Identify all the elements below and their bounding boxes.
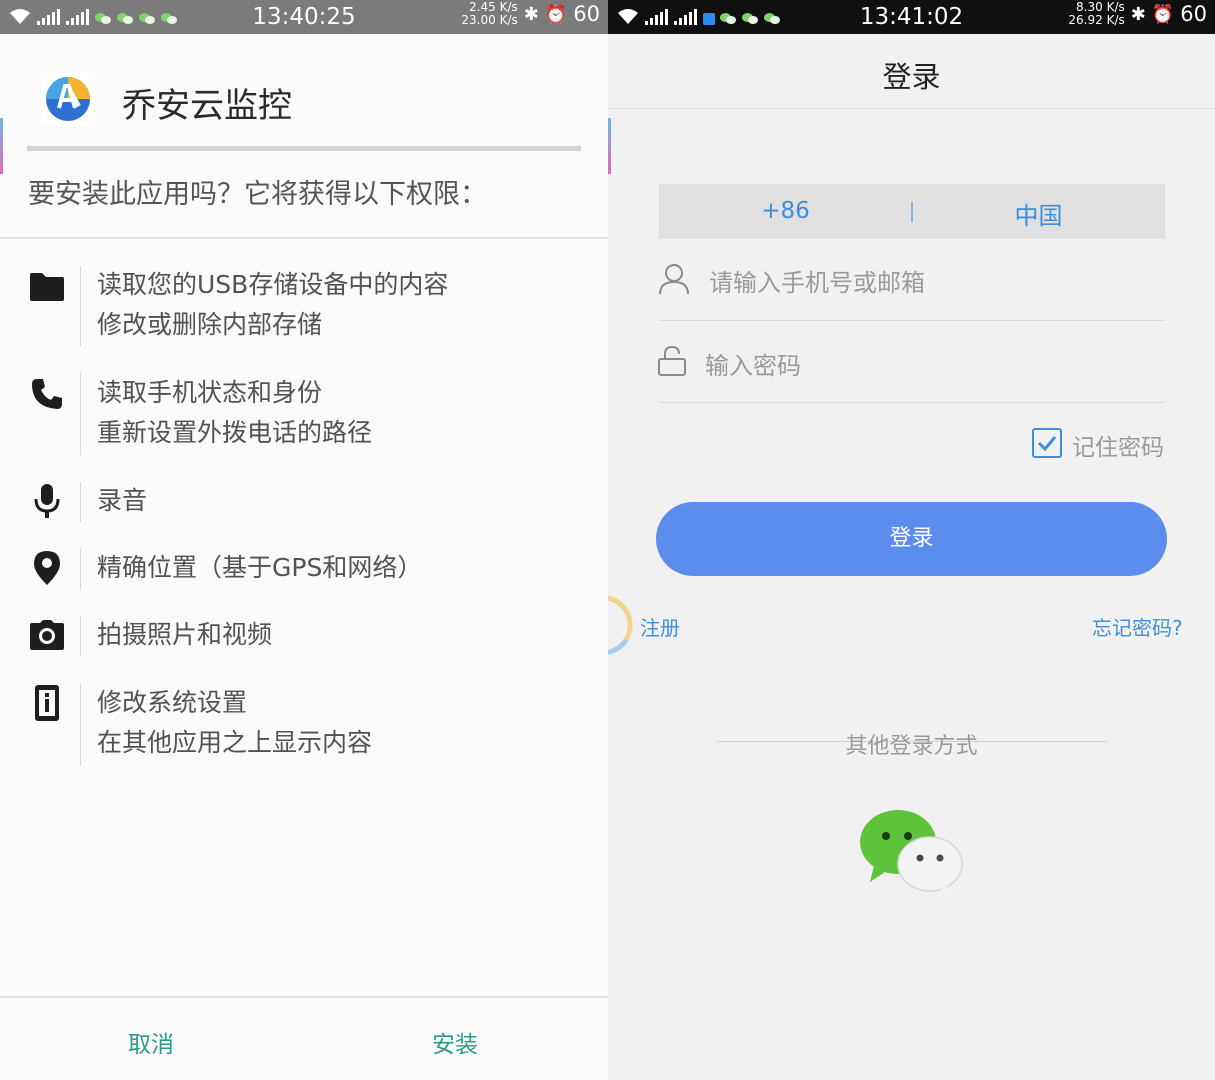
permission-text: 录音: [97, 486, 148, 515]
permission-separator: [80, 266, 81, 346]
user-icon: [658, 263, 690, 299]
alarm-icon: ⏰: [1151, 3, 1175, 25]
page-title: 登录: [882, 60, 941, 94]
bluetooth-icon: ✱: [523, 3, 539, 25]
wechat-icon: [860, 810, 963, 898]
status-bar: 13:41:02 8.30 K/s 26.92 K/s ✱ ⏰ 60: [608, 0, 1215, 34]
permission-separator: [80, 549, 81, 589]
alarm-icon: ⏰: [544, 3, 568, 25]
battery-level: 60: [573, 2, 600, 26]
status-bar: 13:40:25 2.45 K/s 23.00 K/s ✱ ⏰ 60: [0, 0, 608, 34]
permission-text: 精确位置（基于GPS和网络）: [97, 553, 423, 582]
login-button[interactable]: 登录: [656, 502, 1167, 576]
permission-text: 读取手机状态和身份 重新设置外拨电话的路径: [97, 378, 373, 447]
location-pin-icon: [28, 549, 66, 587]
edge-accent: [0, 118, 3, 174]
system-settings-icon: [28, 684, 66, 722]
permission-separator: [80, 684, 81, 766]
cancel-button[interactable]: 取消: [128, 1025, 174, 1059]
lock-icon: [658, 345, 686, 380]
permission-text: 修改系统设置 在其他应用之上显示内容: [97, 688, 373, 757]
register-link[interactable]: 注册: [640, 612, 680, 641]
bottom-divider: [0, 996, 608, 998]
permission-separator: [80, 373, 81, 455]
folder-icon: [28, 268, 66, 306]
other-login-label: 其他登录方式: [845, 734, 978, 759]
login-button-label: 登录: [889, 526, 934, 551]
country-selector[interactable]: +86 中国: [659, 184, 1165, 239]
phone-email-input[interactable]: 请输入手机号或邮箱: [709, 263, 1159, 298]
wechat-login-button[interactable]: [858, 808, 966, 904]
input-underline: [659, 402, 1165, 403]
forgot-password-link[interactable]: 忘记密码?: [1092, 612, 1183, 641]
microphone-icon: [28, 482, 66, 520]
permission-text: 读取您的USB存储设备中的内容 修改或删除内部存储: [97, 270, 449, 339]
network-speed: 8.30 K/s 26.92 K/s: [1068, 0, 1125, 27]
battery-level: 60: [1180, 2, 1207, 26]
bluetooth-icon: ✱: [1130, 3, 1146, 25]
remember-label[interactable]: 记住密码: [1072, 428, 1164, 462]
checkmark-icon: [1037, 436, 1057, 452]
login-screen: 13:41:02 8.30 K/s 26.92 K/s ✱ ⏰ 60 登录 +8…: [608, 0, 1215, 1080]
permission-text: 拍摄照片和视频: [97, 620, 273, 649]
country-name[interactable]: 中国: [912, 196, 1165, 231]
input-underline: [659, 320, 1165, 321]
network-speed: 2.45 K/s 23.00 K/s: [461, 0, 518, 27]
header-divider: [608, 108, 1215, 109]
country-code[interactable]: +86: [659, 198, 912, 224]
camera-icon: [28, 616, 66, 654]
divider: [0, 237, 608, 239]
app-logo: [41, 72, 95, 126]
remember-checkbox[interactable]: [1032, 428, 1062, 458]
permission-separator: [80, 482, 81, 522]
install-button[interactable]: 安装: [432, 1025, 478, 1059]
password-input[interactable]: 输入密码: [705, 346, 1155, 381]
permission-separator: [80, 616, 81, 656]
app-title: 乔安云监控: [122, 86, 292, 126]
progress-track: [27, 146, 581, 151]
install-prompt: 要安装此应用吗？它将获得以下权限：: [28, 179, 487, 210]
install-screen: 13:40:25 2.45 K/s 23.00 K/s ✱ ⏰ 60 乔安云监控…: [0, 0, 608, 1080]
edge-accent: [608, 118, 611, 174]
phone-icon: [28, 375, 66, 413]
